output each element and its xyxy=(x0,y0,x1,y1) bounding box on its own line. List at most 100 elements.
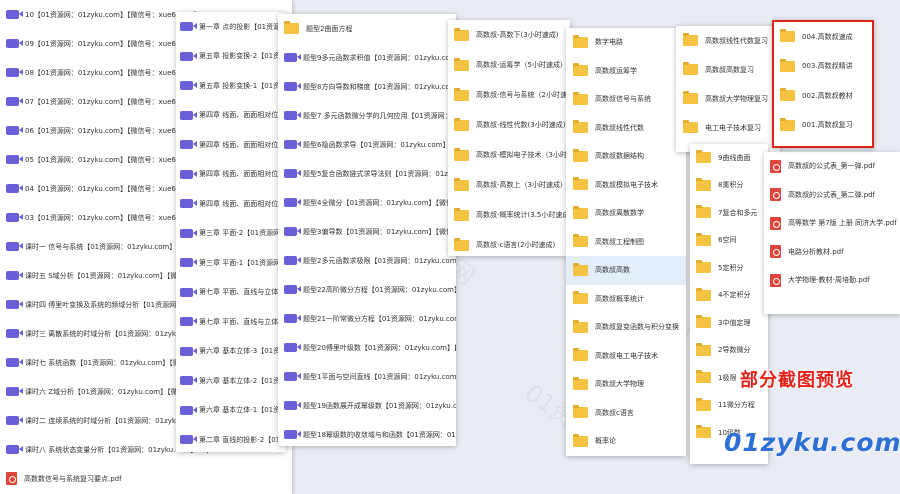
file-item[interactable]: 第五章 投影变换-2【01资源网：01zyku.com】 xyxy=(176,42,286,72)
item-label: 第五章 投影变换-2【01资源网：01zyku.com】 xyxy=(199,52,286,61)
file-item[interactable]: 第四章 线面、面面相对位置-2【01资源网】 xyxy=(176,160,286,190)
item-label: 高数叔-概率统计(3.5小时速成) xyxy=(476,211,570,219)
folder-item[interactable]: 高数叔信号与系统 xyxy=(566,85,686,114)
folder-item[interactable]: 002.高数叔教材 xyxy=(774,81,872,111)
folder-item[interactable]: 高数叔工程制图 xyxy=(566,228,686,257)
folder-item[interactable]: 004.高数叔速成 xyxy=(774,22,872,52)
folder-item[interactable]: 高数叔运筹学 xyxy=(566,57,686,86)
file-item[interactable]: 第四章 线面、面面相对位置-1【01资源网】 xyxy=(176,189,286,219)
file-item[interactable]: 题型18幂级数的收敛域与和函数【01资源网：01zyku.com】【微信号：xu… xyxy=(278,420,456,446)
file-item[interactable]: 题型21一阶常微分方程【01资源网：01zyku.com】【微信号：xue633… xyxy=(278,304,456,333)
folder-item[interactable]: 题型2曲面方程 xyxy=(278,14,456,43)
folder-item[interactable]: 高数叔-信号与系统（2小时速成） xyxy=(448,80,570,110)
file-item[interactable]: 题型3偏导数【01资源网：01zyku.com】【微信号：xue63368】.m… xyxy=(278,217,456,246)
file-item[interactable]: 第四章 线面、面面相对位置-3【01资源网】 xyxy=(176,130,286,160)
file-item[interactable]: 第六章 基本立体-3【01资源网：01zyku.com】 xyxy=(176,337,286,367)
folder-icon xyxy=(780,88,795,102)
folder-item[interactable]: 高数叔-高数下(3小时速成) xyxy=(448,20,570,50)
folder-item[interactable]: 高数叔高数复习 xyxy=(676,55,780,84)
file-item[interactable]: 题型6隐函数求导【01资源网：01zyku.com】【微信号：xue63368】… xyxy=(278,130,456,159)
video-file-icon xyxy=(6,39,23,48)
folder-item[interactable]: 高数叔模拟电子技术 xyxy=(566,171,686,200)
file-item[interactable]: 第三章 平面-2【01资源网：01zyku.com】 xyxy=(176,219,286,249)
folder-item[interactable]: 7复合和多元 xyxy=(690,199,768,227)
folder-item[interactable]: 2导数微分 xyxy=(690,337,768,365)
folder-icon xyxy=(454,147,469,161)
file-item[interactable]: 题型2多元函数求极限【01资源网：01zyku.com】【微信号：xue6336… xyxy=(278,246,456,275)
folder-item[interactable]: 高数叔电工电子技术 xyxy=(566,342,686,371)
folder-icon xyxy=(573,91,588,105)
folder-item[interactable]: 高数叔-运筹学（5小时速成） xyxy=(448,50,570,80)
item-label: 高数叔-运筹学（5小时速成） xyxy=(476,61,567,69)
file-item[interactable]: 第六章 基本立体-1【01资源网：01zyku.com】 xyxy=(176,396,286,426)
folder-item[interactable]: 001.高数叔复习 xyxy=(774,111,872,141)
file-item[interactable]: 题型20傅里叶级数【01资源网：01zyku.com】【微信号：xue63368… xyxy=(278,333,456,362)
folder-item[interactable]: 4不定积分 xyxy=(690,282,768,310)
folder-item[interactable]: 高数叔大学物理复习 xyxy=(676,84,780,113)
folder-item[interactable]: 高数叔c语言 xyxy=(566,399,686,428)
folder-item[interactable]: 高数叔-模拟电子技术（3小时速成） xyxy=(448,140,570,170)
folder-item[interactable]: 高数叔离散数学 xyxy=(566,199,686,228)
item-label: 7复合和多元 xyxy=(718,208,758,217)
folder-item[interactable]: 电工电子技术复习 xyxy=(676,113,780,142)
folder-item[interactable]: 高数叔大学物理 xyxy=(566,370,686,399)
file-item[interactable]: 第一章 点的投影【01资源网：01zyku.com】 xyxy=(176,12,286,42)
folder-list-panel-subjects: 数字电路 高数叔运筹学 高数叔信号与系统 高数叔线性代数 高数叔数据结构 高数叔模拟电子技… xyxy=(566,28,686,456)
video-file-icon xyxy=(284,314,301,323)
file-item[interactable]: 第六章 基本立体-2【01资源网：01zyku.com】 xyxy=(176,366,286,396)
file-item[interactable]: 大学物理-教材-周培勤.pdf xyxy=(764,266,900,295)
item-label: 高数叔电工电子技术 xyxy=(595,351,658,360)
item-label: 第三章 平面-1【01资源网：01zyku.com】 xyxy=(199,258,286,267)
file-item[interactable]: 电路分析教材.pdf xyxy=(764,238,900,267)
file-item[interactable]: 高数叔的公式表_第二弹.pdf xyxy=(764,181,900,210)
folder-item[interactable]: 高数叔概率统计 xyxy=(566,285,686,314)
file-item[interactable]: 题型5复合函数链式求导法则【01资源网：01zyku.com】.mp4 xyxy=(278,159,456,188)
file-item[interactable]: 题型8方向导数和梯度【01资源网：01zyku.com】【微信号：xue6336… xyxy=(278,72,456,101)
folder-item[interactable]: 3中值定理 xyxy=(690,309,768,337)
folder-item[interactable]: 数字电路 xyxy=(566,28,686,57)
file-item[interactable]: 第二章 直线的投影-2【01资源网：01zyku.com】 xyxy=(176,425,286,452)
folder-item[interactable]: 9曲线曲面 xyxy=(690,144,768,172)
file-item[interactable]: 题型4全微分【01资源网：01zyku.com】【微信号：xue63368】.m… xyxy=(278,188,456,217)
folder-item[interactable]: 003.高数叔精讲 xyxy=(774,52,872,82)
folder-item[interactable]: 8重积分 xyxy=(690,172,768,200)
file-item[interactable]: 第四章 线面、面面相对位置-4【01资源网】 xyxy=(176,101,286,131)
folder-item[interactable]: 高数叔数据结构 xyxy=(566,142,686,171)
file-item[interactable]: 题型9多元函数求积值【01资源网：01zyku.com】【微信号：xue6336… xyxy=(278,43,456,72)
folder-item[interactable]: 高数叔线性代数复习 xyxy=(676,26,780,55)
file-item[interactable]: 高等数学 第7版 上册 同济大学.pdf xyxy=(764,209,900,238)
file-item[interactable]: 题型22高阶微分方程【01资源网：01zyku.com】【微信号：xue6336… xyxy=(278,275,456,304)
video-file-icon xyxy=(180,140,197,150)
folder-item[interactable]: 6空间 xyxy=(690,227,768,255)
folder-item[interactable]: 11微分方程 xyxy=(690,392,768,420)
folder-list-panel-chapters: 9曲线曲面 8重积分 7复合和多元 6空间 5定积分 4不定积分 3中值定理 2导数微分 1极限… xyxy=(690,144,768,464)
folder-item[interactable]: 高数叔高数 xyxy=(566,256,686,285)
file-item[interactable]: 第七章 平面、直线与立体相交-2【01资源网】 xyxy=(176,278,286,308)
folder-item[interactable]: 高数叔-c语言(2小时速成) xyxy=(448,230,570,256)
video-file-icon xyxy=(180,346,197,356)
video-file-icon xyxy=(284,401,301,410)
folder-item[interactable]: 5定积分 xyxy=(690,254,768,282)
file-item[interactable]: 高数数信号与系统复习要点.pdf xyxy=(0,464,292,493)
video-file-icon xyxy=(284,343,301,352)
file-item[interactable]: 题型1平面与空间直线【01资源网：01zyku.com】【微信号：xue6336… xyxy=(278,362,456,391)
item-label: 高数叔高数复习 xyxy=(705,65,754,74)
preview-caption: 部分截图预览 xyxy=(740,370,854,391)
item-label: 题型2曲面方程 xyxy=(306,24,353,33)
folder-icon xyxy=(696,287,711,301)
folder-item[interactable]: 概率论 xyxy=(566,427,686,456)
item-label: 题型9多元函数求积值【01资源网：01zyku.com】【微信号：xue6336… xyxy=(303,53,456,62)
folder-item[interactable]: 高数叔复变函数与积分变换 xyxy=(566,313,686,342)
file-item[interactable]: 题型7 多元函数微分学的几何应用【01资源网：01zyku.com】.mp4 xyxy=(278,101,456,130)
folder-item[interactable]: 高数叔-线性代数(3小时速成) xyxy=(448,110,570,140)
folder-item[interactable]: 高数叔-高数上（3小时速成） xyxy=(448,170,570,200)
item-label: 大学物理-教材-周培勤.pdf xyxy=(788,276,870,285)
file-item[interactable]: 第七章 平面、直线与立体相交-1【01资源网】 xyxy=(176,307,286,337)
folder-icon xyxy=(573,234,588,248)
file-item[interactable]: 第五章 投影变换-1【01资源网：01zyku.com】 xyxy=(176,71,286,101)
file-item[interactable]: 第三章 平面-1【01资源网：01zyku.com】 xyxy=(176,248,286,278)
folder-item[interactable]: 高数叔线性代数 xyxy=(566,114,686,143)
file-item[interactable]: 题型19函数展开成幂级数【01资源网：01zyku.com】【微信号：xue63… xyxy=(278,391,456,420)
folder-item[interactable]: 高数叔-概率统计(3.5小时速成) xyxy=(448,200,570,230)
file-item[interactable]: 高数叔的公式表_第一弹.pdf xyxy=(764,152,900,181)
